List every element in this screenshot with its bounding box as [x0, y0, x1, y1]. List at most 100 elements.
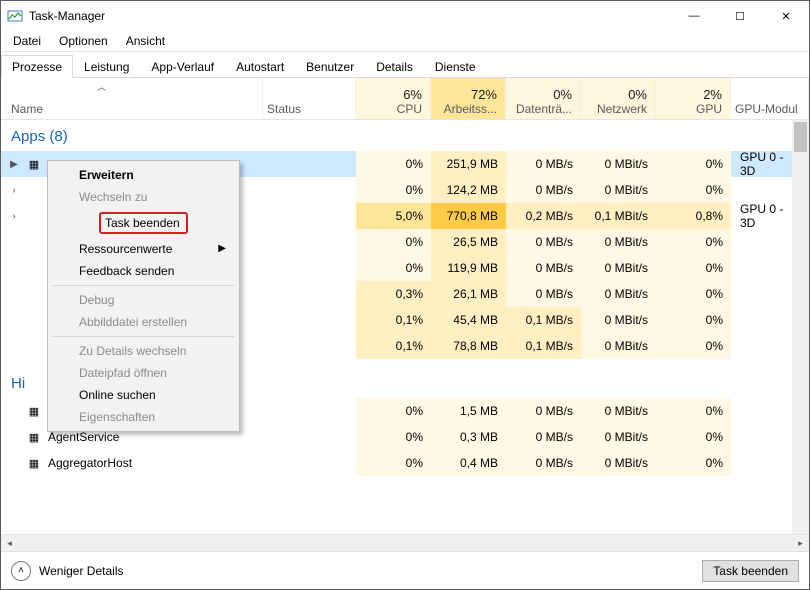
chevron-right-icon: ▶ [218, 243, 226, 254]
row-cpu: 0,1% [356, 333, 431, 359]
row-gpu: 0% [656, 307, 731, 333]
menu-file[interactable]: Datei [5, 32, 49, 50]
tab-startup[interactable]: Autostart [225, 55, 295, 78]
row-net: 0 MBit/s [581, 450, 656, 476]
column-cpu[interactable]: 6%CPU [356, 78, 431, 119]
row-disk: 0,1 MB/s [506, 333, 581, 359]
menu-bar: Datei Optionen Ansicht [1, 31, 809, 51]
scroll-right-icon[interactable]: ▸ [792, 535, 809, 552]
row-gpu: 0% [656, 424, 731, 450]
process-icon: ▦ [26, 156, 42, 172]
row-mem: 26,5 MB [431, 229, 506, 255]
column-gpu[interactable]: 2%GPU [656, 78, 731, 119]
row-mem: 0,4 MB [431, 450, 506, 476]
row-gpu: 0% [656, 229, 731, 255]
tab-apphistory[interactable]: App-Verlauf [140, 55, 225, 78]
window-title: Task-Manager [29, 9, 105, 23]
row-mem: 124,2 MB [431, 177, 506, 203]
vertical-scrollbar[interactable] [792, 120, 809, 534]
column-name-label: Name [11, 102, 43, 116]
section-apps: Apps (8) [1, 120, 809, 151]
column-memory[interactable]: 72%Arbeitss... [431, 78, 506, 119]
context-menu-separator [53, 336, 234, 337]
maximize-icon: ☐ [735, 10, 745, 23]
tab-details[interactable]: Details [365, 55, 424, 78]
cpu-pct: 6% [360, 87, 422, 102]
column-disk[interactable]: 0%Datenträ... [506, 78, 581, 119]
row-cpu: 0% [356, 229, 431, 255]
row-cpu: 0,3% [356, 281, 431, 307]
row-net: 0 MBit/s [581, 398, 656, 424]
row-net: 0 MBit/s [581, 424, 656, 450]
process-icon: ▦ [26, 429, 42, 445]
maximize-button[interactable]: ☐ [717, 1, 763, 31]
scroll-left-icon[interactable]: ◂ [1, 535, 18, 552]
column-network[interactable]: 0%Netzwerk [581, 78, 656, 119]
close-button[interactable]: ✕ [763, 1, 809, 31]
fewer-details-label[interactable]: Weniger Details [39, 564, 123, 578]
ctx-endtask[interactable]: Task beenden [51, 208, 236, 238]
footer-bar: ˄ Weniger Details Task beenden [1, 551, 809, 589]
row-net: 0,1 MBit/s [581, 203, 656, 229]
tab-users[interactable]: Benutzer [295, 55, 365, 78]
scrollbar-thumb[interactable] [794, 122, 807, 152]
row-mem: 119,9 MB [431, 255, 506, 281]
column-name[interactable]: Name [1, 78, 263, 119]
ctx-feedback[interactable]: Feedback senden [51, 260, 236, 282]
menu-view[interactable]: Ansicht [118, 32, 173, 50]
row-cpu: 0% [356, 151, 431, 177]
row-cpu: 0% [356, 424, 431, 450]
ctx-expand[interactable]: Erweitern [51, 164, 236, 186]
chevron-right-icon[interactable]: ▶ [8, 159, 20, 170]
task-manager-window: Task-Manager — ☐ ✕ Datei Optionen Ansich… [0, 0, 810, 590]
row-net: 0 MBit/s [581, 333, 656, 359]
ctx-searchonline[interactable]: Online suchen [51, 384, 236, 406]
chevron-right-icon[interactable]: › [8, 211, 20, 222]
tab-processes[interactable]: Prozesse [1, 55, 73, 78]
gpu-lbl: GPU [660, 102, 722, 116]
row-net: 0 MBit/s [581, 281, 656, 307]
row-disk: 0 MB/s [506, 398, 581, 424]
row-mem: 0,3 MB [431, 424, 506, 450]
ctx-gotodetails: Zu Details wechseln [51, 340, 236, 362]
close-icon: ✕ [781, 10, 790, 23]
row-cpu: 5,0% [356, 203, 431, 229]
row-mem: 26,1 MB [431, 281, 506, 307]
title-bar[interactable]: Task-Manager — ☐ ✕ [1, 1, 809, 31]
row-name: AggregatorHost [48, 456, 132, 470]
tab-performance[interactable]: Leistung [73, 55, 140, 78]
column-status[interactable]: Status [263, 78, 356, 119]
net-lbl: Netzwerk [585, 102, 647, 116]
row-gpu: 0% [656, 151, 731, 177]
ctx-properties: Eigenschaften [51, 406, 236, 428]
tab-bar: Prozesse Leistung App-Verlauf Autostart … [1, 54, 809, 78]
row-gpu: 0% [656, 255, 731, 281]
row-net: 0 MBit/s [581, 255, 656, 281]
fewer-details-icon[interactable]: ˄ [11, 561, 31, 581]
row-disk: 0 MB/s [506, 281, 581, 307]
ctx-createdump: Abbilddatei erstellen [51, 311, 236, 333]
row-disk: 0 MB/s [506, 450, 581, 476]
row-mem: 78,8 MB [431, 333, 506, 359]
disk-lbl: Datenträ... [510, 102, 572, 116]
column-status-label: Status [267, 102, 301, 116]
minimize-button[interactable]: — [671, 1, 717, 31]
row-disk: 0 MB/s [506, 177, 581, 203]
tab-services[interactable]: Dienste [424, 55, 487, 78]
row-gpu: 0% [656, 333, 731, 359]
chevron-right-icon[interactable]: › [8, 185, 20, 196]
menu-options[interactable]: Optionen [51, 32, 116, 50]
row-cpu: 0% [356, 398, 431, 424]
disk-pct: 0% [510, 87, 572, 102]
horizontal-scrollbar[interactable]: ◂ ▸ [1, 534, 809, 551]
column-gpu-engine[interactable]: GPU-Modul [731, 78, 809, 119]
row-net: 0 MBit/s [581, 307, 656, 333]
row-gpu: 0% [656, 281, 731, 307]
table-row[interactable]: ▦AggregatorHost 0% 0,4 MB 0 MB/s 0 MBit/… [1, 450, 809, 476]
ctx-resourcevalues[interactable]: Ressourcenwerte▶ [51, 238, 236, 260]
net-pct: 0% [585, 87, 647, 102]
row-cpu: 0,1% [356, 307, 431, 333]
row-gpu: 0% [656, 398, 731, 424]
end-task-button[interactable]: Task beenden [702, 560, 799, 582]
row-name: AgentService [48, 430, 119, 444]
